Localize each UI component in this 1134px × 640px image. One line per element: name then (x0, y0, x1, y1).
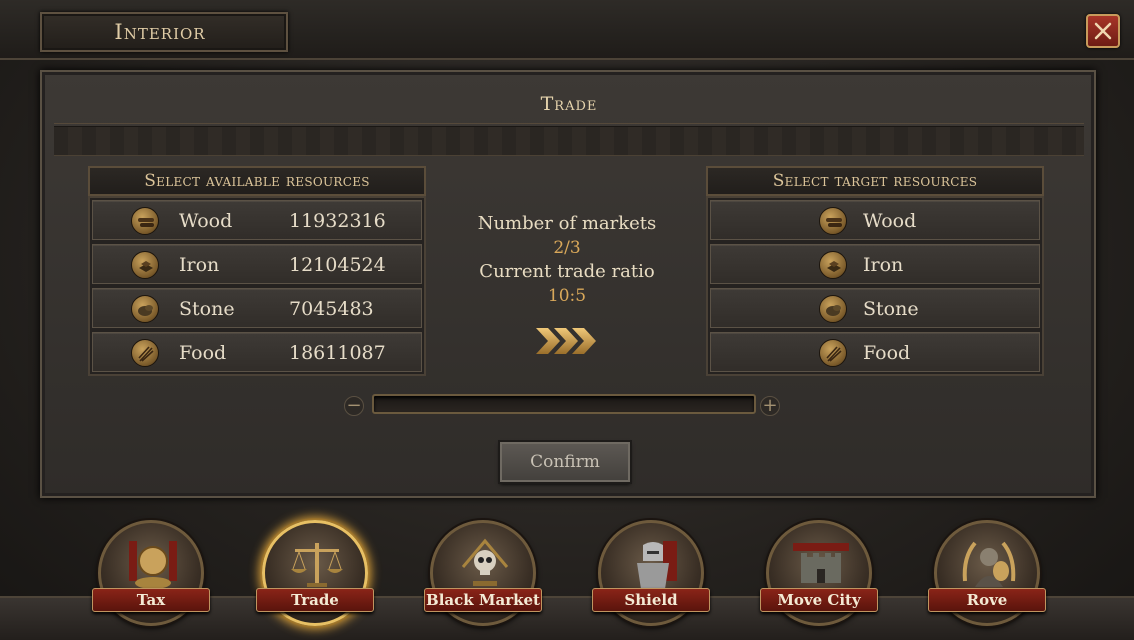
stone-icon (131, 295, 159, 323)
nav-label: Black Market (424, 588, 542, 612)
resource-amount: 11932316 (289, 210, 386, 232)
target-resource-row[interactable]: Stone (710, 288, 1040, 328)
ratio-value: 10:5 (547, 286, 587, 306)
nav-black-market[interactable]: Black Market (424, 520, 544, 640)
resource-amount: 7045483 (289, 298, 374, 320)
slider-plus-button[interactable]: + (760, 396, 780, 416)
food-icon (131, 339, 159, 367)
target-resources-list: Wood Iron Stone Food (706, 196, 1044, 376)
available-resource-row[interactable]: Wood 11932316 (92, 200, 422, 240)
wood-icon (131, 207, 159, 235)
nav-move-city[interactable]: Move City (760, 520, 880, 640)
ornament-band (54, 126, 1084, 156)
stone-icon (819, 295, 847, 323)
available-resources-title: Select available resources (88, 166, 426, 196)
close-button[interactable] (1086, 14, 1120, 48)
amount-slider[interactable] (372, 394, 756, 414)
confirm-button[interactable]: Confirm (500, 442, 630, 482)
slider-minus-button[interactable]: − (344, 396, 364, 416)
resource-name: Stone (179, 298, 235, 320)
iron-icon (131, 251, 159, 279)
nav-label: Move City (760, 588, 878, 612)
wood-icon (819, 207, 847, 235)
resource-name: Stone (863, 298, 919, 320)
resource-name: Food (179, 342, 227, 364)
resource-name: Food (863, 342, 911, 364)
trade-info: Number of markets 2/3 Current trade rati… (462, 212, 672, 308)
available-resource-row[interactable]: Iron 12104524 (92, 244, 422, 284)
target-resource-row[interactable]: Iron (710, 244, 1040, 284)
trade-panel: Trade Select available resources Wood 11… (40, 70, 1096, 498)
food-icon (819, 339, 847, 367)
nav-label: Trade (256, 588, 374, 612)
available-resources-list: Wood 11932316 Iron 12104524 Stone 704548… (88, 196, 426, 376)
nav-rove[interactable]: Rove (928, 520, 1048, 640)
nav-tax[interactable]: Tax (92, 520, 212, 640)
nav-label: Rove (928, 588, 1046, 612)
resource-amount: 12104524 (289, 254, 386, 276)
markets-label: Number of markets (477, 213, 657, 234)
target-resource-row[interactable]: Food (710, 332, 1040, 372)
markets-value: 2/3 (553, 238, 581, 258)
nav-label: Shield (592, 588, 710, 612)
nav-shield[interactable]: Shield (592, 520, 712, 640)
resource-name: Wood (863, 210, 917, 232)
chevron-right-icon (536, 328, 596, 354)
resource-name: Iron (863, 254, 904, 276)
available-resource-row[interactable]: Stone 7045483 (92, 288, 422, 328)
nav-label: Tax (92, 588, 210, 612)
ratio-label: Current trade ratio (479, 261, 655, 282)
target-resources-title: Select target resources (706, 166, 1044, 196)
window-title: Interior (114, 20, 206, 44)
title-plate: Interior (40, 12, 288, 52)
available-resource-row[interactable]: Food 18611087 (92, 332, 422, 372)
panel-title: Trade (54, 84, 1084, 124)
resource-name: Wood (179, 210, 233, 232)
target-resource-row[interactable]: Wood (710, 200, 1040, 240)
close-x-icon (1094, 22, 1112, 40)
resource-name: Iron (179, 254, 220, 276)
iron-icon (819, 251, 847, 279)
resource-amount: 18611087 (289, 342, 386, 364)
nav-trade[interactable]: Trade (256, 520, 376, 640)
